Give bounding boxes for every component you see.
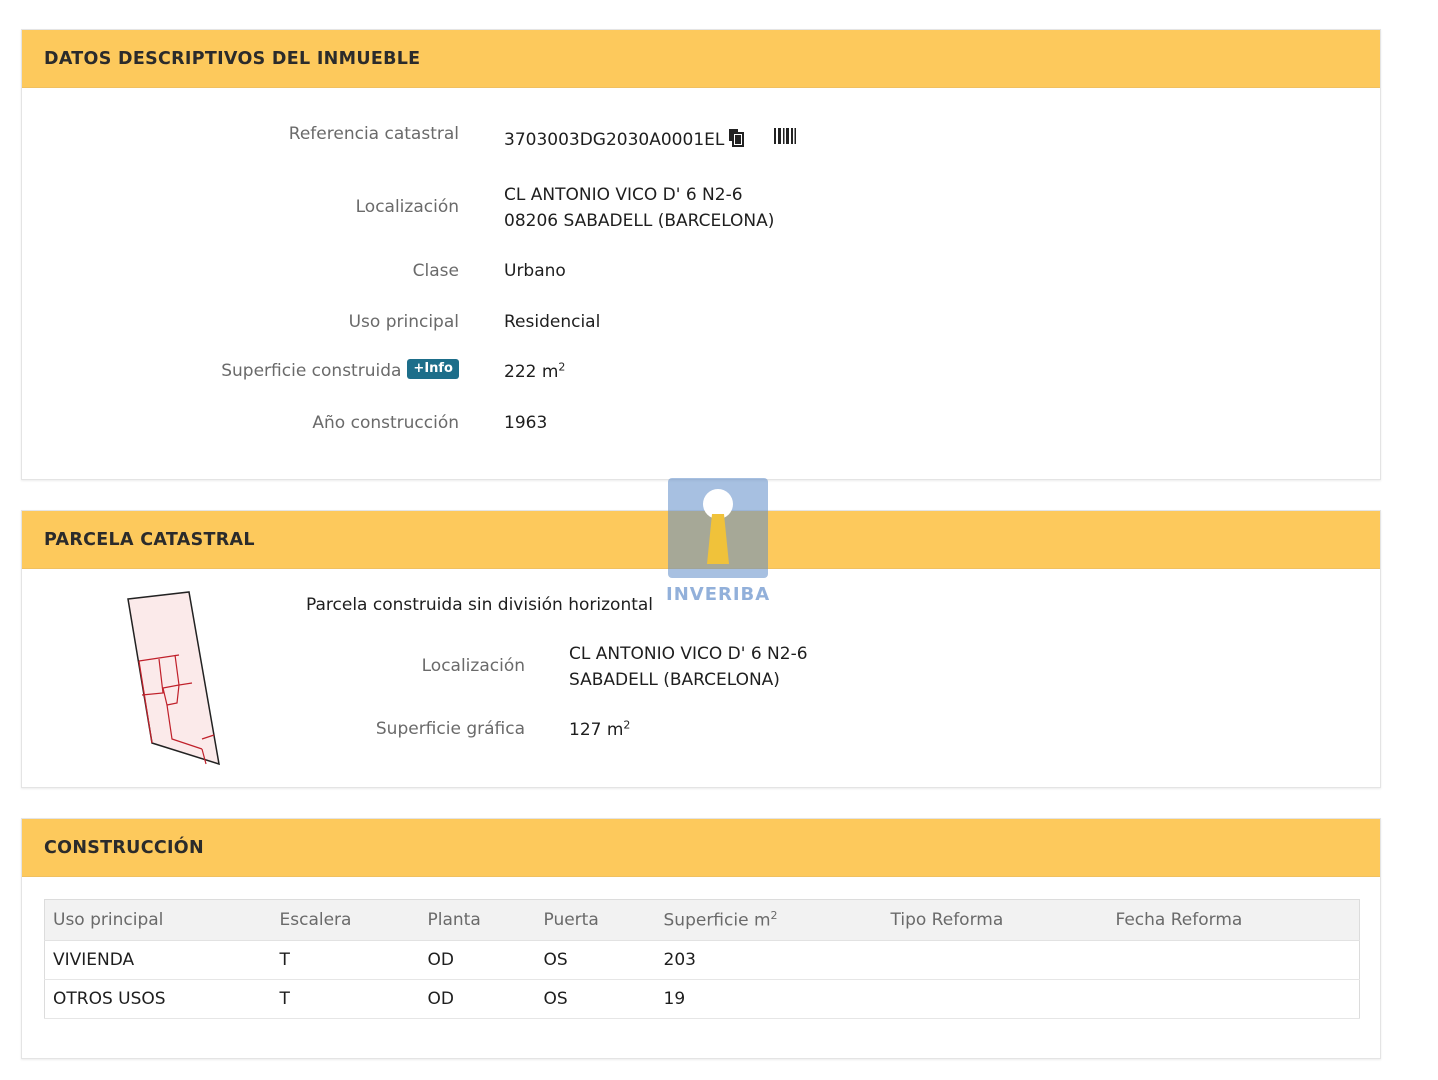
table-cell: OS	[535, 979, 656, 1019]
parcela-subtitle: Parcela construida sin división horizont…	[306, 595, 654, 615]
table-row: VIVIENDA T OD OS 203	[44, 940, 1360, 980]
superficie-grafica-exp: 2	[623, 718, 631, 732]
barcode-icon[interactable]	[774, 128, 796, 144]
table-cell	[1107, 940, 1360, 980]
parcel-plan-icon[interactable]	[122, 589, 232, 769]
watermark-text: INVERIBA	[666, 584, 771, 605]
table-cell: OD	[419, 940, 536, 980]
table-cell: T	[271, 940, 420, 980]
table-cell	[882, 979, 1108, 1019]
anio-value: 1963	[504, 413, 548, 433]
column-header-superficie: Superficie m2	[655, 899, 883, 941]
construccion-panel: CONSTRUCCIÓN Uso principal Escalera Plan…	[21, 818, 1381, 1059]
anio-label: Año construcción	[312, 413, 459, 433]
construccion-panel-header: CONSTRUCCIÓN	[22, 819, 1380, 877]
table-header-row: Uso principal Escalera Planta Puerta Sup…	[44, 899, 1360, 941]
datos-panel: DATOS DESCRIPTIVOS DEL INMUEBLE Referenc…	[21, 29, 1381, 480]
parcela-localizacion-label: Localización	[421, 656, 525, 676]
table-cell: VIVIENDA	[44, 940, 272, 980]
copy-icon[interactable]	[728, 128, 746, 148]
parcela-localizacion-line1: CL ANTONIO VICO D' 6 N2-6	[569, 644, 808, 664]
construccion-table: Uso principal Escalera Planta Puerta Sup…	[44, 899, 1360, 1019]
parcela-localizacion-line2: SABADELL (BARCELONA)	[569, 670, 780, 690]
uso-principal-value: Residencial	[504, 312, 601, 332]
referencia-row: 3703003DG2030A0001EL	[504, 127, 746, 153]
localizacion-line1: CL ANTONIO VICO D' 6 N2-6	[504, 185, 743, 205]
column-header-superficie-exp: 2	[770, 909, 778, 923]
watermark-logo: INVERIBA	[666, 478, 771, 605]
column-header-uso: Uso principal	[44, 899, 272, 941]
superficie-construida-label: Superficie construida	[221, 361, 402, 381]
table-row: OTROS USOS T OD OS 19	[44, 979, 1360, 1019]
table-cell: OS	[535, 940, 656, 980]
column-header-planta: Planta	[419, 899, 536, 941]
clase-value: Urbano	[504, 261, 566, 281]
uso-principal-label: Uso principal	[348, 312, 459, 332]
table-cell: T	[271, 979, 420, 1019]
column-header-tipo-reforma: Tipo Reforma	[882, 899, 1108, 941]
column-header-fecha-reforma: Fecha Reforma	[1107, 899, 1360, 941]
table-cell	[1107, 979, 1360, 1019]
table-cell	[882, 940, 1108, 980]
referencia-label: Referencia catastral	[288, 124, 459, 144]
info-button[interactable]: +Info	[407, 359, 459, 379]
keyhole-logo-icon	[668, 478, 768, 578]
column-header-escalera: Escalera	[271, 899, 420, 941]
table-cell: OD	[419, 979, 536, 1019]
table-cell: OTROS USOS	[44, 979, 272, 1019]
datos-panel-title: DATOS DESCRIPTIVOS DEL INMUEBLE	[44, 48, 421, 69]
construccion-panel-title: CONSTRUCCIÓN	[44, 837, 204, 858]
superficie-construida-value-wrap: 222 m2	[504, 359, 565, 385]
clase-label: Clase	[412, 261, 459, 281]
superficie-grafica-label: Superficie gráfica	[375, 719, 525, 739]
parcela-panel-title: PARCELA CATASTRAL	[44, 529, 255, 550]
table-cell: 19	[655, 979, 883, 1019]
superficie-grafica-value-wrap: 127 m2	[569, 717, 630, 743]
referencia-value: 3703003DG2030A0001EL	[504, 130, 725, 150]
table-cell: 203	[655, 940, 883, 980]
superficie-construida-exp: 2	[558, 360, 566, 374]
localizacion-label: Localización	[355, 197, 459, 217]
localizacion-line2: 08206 SABADELL (BARCELONA)	[504, 211, 775, 231]
column-header-superficie-label: Superficie m	[663, 910, 771, 931]
column-header-puerta: Puerta	[535, 899, 656, 941]
datos-panel-header: DATOS DESCRIPTIVOS DEL INMUEBLE	[22, 30, 1380, 88]
superficie-construida-value: 222 m	[504, 362, 559, 382]
superficie-construida-row-label: Superficie construida +Info	[221, 359, 459, 381]
superficie-grafica-value: 127 m	[569, 720, 624, 740]
